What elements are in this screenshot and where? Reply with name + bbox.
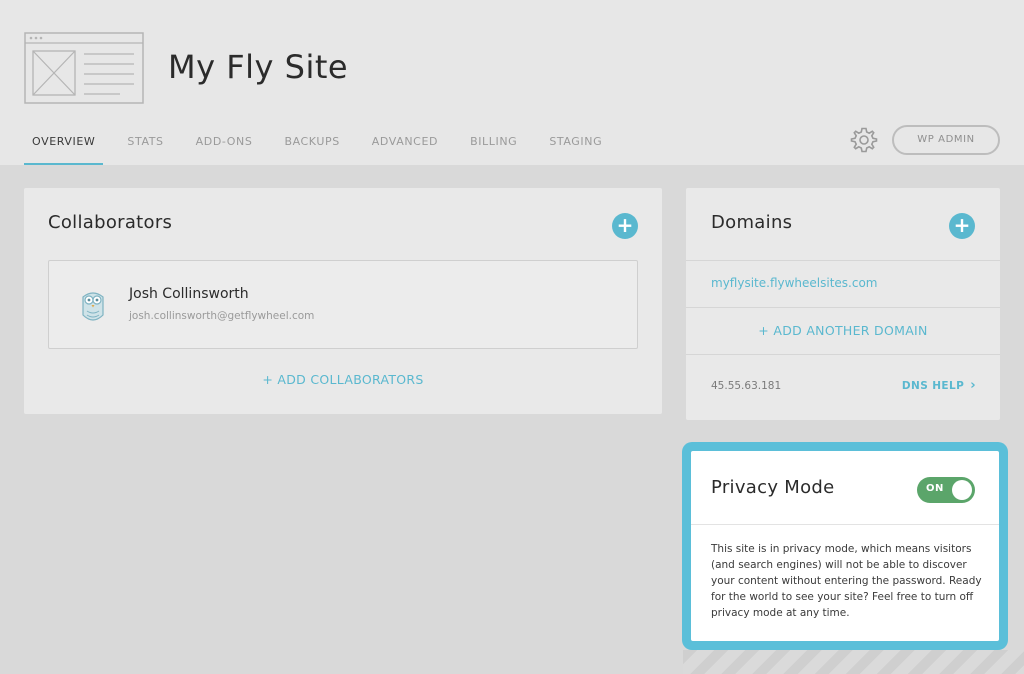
privacy-mode-title: Privacy Mode xyxy=(711,477,835,498)
nav-tabs: OVERVIEW STATS ADD-ONS BACKUPS ADVANCED … xyxy=(24,122,626,165)
add-another-domain-link[interactable]: + ADD ANOTHER DOMAIN xyxy=(686,323,1000,338)
collaborator-email: josh.collinsworth@getflywheel.com xyxy=(129,310,315,322)
divider xyxy=(691,524,999,525)
privacy-mode-toggle[interactable]: ON xyxy=(917,477,975,503)
collaborators-title: Collaborators xyxy=(48,212,173,233)
page-title: My Fly Site xyxy=(168,48,349,86)
tab-add-ons[interactable]: ADD-ONS xyxy=(188,122,261,165)
gear-icon[interactable] xyxy=(850,126,878,154)
tab-stats[interactable]: STATS xyxy=(119,122,171,165)
background-stripes xyxy=(683,650,1024,674)
divider xyxy=(686,307,1000,308)
tab-billing[interactable]: BILLING xyxy=(462,122,525,165)
toggle-knob xyxy=(952,480,972,500)
list-item: Josh Collinsworth josh.collinsworth@getf… xyxy=(48,260,638,349)
divider xyxy=(686,354,1000,355)
collaborator-name: Josh Collinsworth xyxy=(129,286,249,302)
tab-overview[interactable]: OVERVIEW xyxy=(24,122,104,165)
privacy-mode-card: Privacy Mode ON This site is in privacy … xyxy=(691,451,999,641)
tab-backups[interactable]: BACKUPS xyxy=(276,122,347,165)
tab-staging[interactable]: STAGING xyxy=(541,122,610,165)
wp-admin-button[interactable]: WP ADMIN xyxy=(892,125,1000,155)
domains-title: Domains xyxy=(711,212,793,233)
privacy-description: This site is in privacy mode, which mean… xyxy=(711,543,982,619)
primary-domain-link[interactable]: myflysite.flywheelsites.com xyxy=(711,276,878,290)
site-thumbnail-icon xyxy=(24,32,144,104)
dns-help-label: DNS HELP xyxy=(901,380,965,392)
owl-avatar-icon xyxy=(82,292,104,321)
domains-card: Domains + myflysite.flywheelsites.com + … xyxy=(686,188,1000,420)
toggle-label: ON xyxy=(926,483,944,494)
add-collaborators-link[interactable]: + ADD COLLABORATORS xyxy=(24,372,662,387)
site-header: My Fly Site OVERVIEW STATS ADD-ONS BACKU… xyxy=(0,0,1024,165)
collaborators-card: Collaborators + Josh Collinsworth josh.c… xyxy=(24,188,662,414)
chevron-right-icon: › xyxy=(970,378,976,393)
divider xyxy=(686,260,1000,261)
tab-advanced[interactable]: ADVANCED xyxy=(364,122,446,165)
add-collaborator-plus-icon[interactable]: + xyxy=(612,213,638,239)
privacy-highlight: Privacy Mode ON This site is in privacy … xyxy=(682,442,1008,650)
ip-address: 45.55.63.181 xyxy=(711,380,782,392)
dns-help-link[interactable]: DNS HELP › xyxy=(902,378,976,393)
add-domain-plus-icon[interactable]: + xyxy=(949,213,975,239)
